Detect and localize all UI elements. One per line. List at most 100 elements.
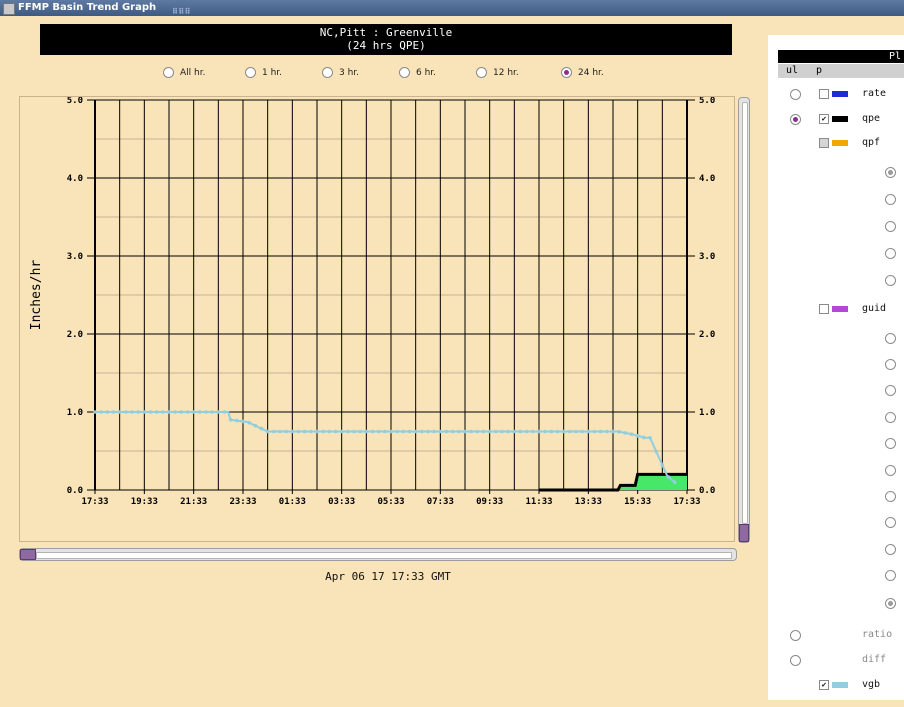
window-menu-icon[interactable] bbox=[3, 3, 15, 15]
x-tick-label: 01:33 bbox=[279, 497, 306, 507]
x-tick-label: 11:33 bbox=[525, 497, 552, 507]
vgb-data-point bbox=[216, 410, 221, 414]
vgb-data-point bbox=[407, 429, 412, 434]
window-titlebar[interactable]: FFMP Basin Trend Graph ⠿⠿⠿ bbox=[0, 0, 904, 16]
time-option-12-hr[interactable]: 12 hr. bbox=[476, 67, 519, 78]
vgb-data-point bbox=[241, 419, 245, 424]
time-option-24-hr[interactable]: 24 hr. bbox=[561, 67, 604, 78]
radio-button-icon[interactable] bbox=[476, 67, 487, 78]
vgb-data-point bbox=[333, 429, 338, 434]
vgb-data-point bbox=[586, 429, 591, 434]
guid-source-radio-icon[interactable] bbox=[885, 333, 896, 344]
guid-source-radio-icon[interactable] bbox=[885, 465, 896, 476]
vgb-data-point bbox=[568, 429, 572, 434]
plot-checkbox-icon[interactable]: ✔ bbox=[819, 114, 829, 124]
time-option-6-hr[interactable]: 6 hr. bbox=[399, 67, 436, 78]
time-option-1-hr[interactable]: 1 hr. bbox=[245, 67, 282, 78]
guid-source-radio-icon[interactable] bbox=[885, 385, 896, 396]
qpf-source-radio-icon[interactable] bbox=[885, 167, 896, 178]
plot-row-qpe: ✔ qpe bbox=[768, 112, 904, 128]
column-ul: ul bbox=[786, 65, 799, 76]
vgb-data-point bbox=[352, 429, 356, 434]
vgb-data-point bbox=[383, 429, 387, 434]
radio-button-icon[interactable] bbox=[561, 67, 572, 78]
vgb-data-point bbox=[235, 418, 239, 423]
ul-radio-icon[interactable] bbox=[790, 89, 801, 100]
series-color-swatch bbox=[832, 306, 848, 312]
time-option-label: 12 hr. bbox=[493, 67, 519, 78]
vgb-data-point bbox=[99, 410, 103, 414]
vgb-data-point bbox=[543, 429, 547, 434]
vgb-data-point bbox=[302, 429, 307, 434]
vgb-data-point bbox=[549, 429, 554, 434]
y-tick-label: 4.0 bbox=[67, 174, 83, 184]
time-option-label: 1 hr. bbox=[262, 67, 283, 78]
y-tick-label: 1.0 bbox=[699, 408, 715, 418]
x-tick-label: 15:33 bbox=[624, 497, 651, 507]
series-color-swatch bbox=[832, 140, 848, 146]
vgb-data-point bbox=[561, 429, 566, 434]
plot-panel-header: Pl bbox=[778, 50, 904, 63]
plot-row-guid: guid bbox=[768, 302, 904, 318]
guid-source-radio-icon[interactable] bbox=[885, 438, 896, 449]
plot-checkbox-icon[interactable] bbox=[819, 304, 829, 314]
radio-button-icon[interactable] bbox=[245, 67, 256, 78]
graph-horizontal-scrollbar[interactable] bbox=[19, 548, 737, 561]
x-tick-label: 03:33 bbox=[328, 497, 355, 507]
titlebar-decoration: ⠿⠿⠿ bbox=[172, 7, 191, 16]
graph-date-label: Apr 06 17 17:33 GMT bbox=[325, 570, 451, 583]
plot-checkbox-icon[interactable] bbox=[819, 89, 829, 99]
vertical-scroll-thumb[interactable] bbox=[739, 524, 749, 542]
vgb-data-point bbox=[142, 410, 147, 414]
vgb-data-point bbox=[173, 410, 177, 414]
ul-radio-icon[interactable] bbox=[790, 655, 801, 666]
guid-source-radio-icon[interactable] bbox=[885, 544, 896, 555]
y-tick-label: 5.0 bbox=[699, 97, 715, 106]
guid-source-radio-icon[interactable] bbox=[885, 570, 896, 581]
time-option-3-hr[interactable]: 3 hr. bbox=[322, 67, 359, 78]
guid-source-radio-icon[interactable] bbox=[885, 359, 896, 370]
guid-source-radio-icon[interactable] bbox=[885, 491, 896, 502]
window-title: FFMP Basin Trend Graph bbox=[18, 2, 157, 13]
y-tick-label: 1.0 bbox=[67, 408, 83, 418]
radio-button-icon[interactable] bbox=[322, 67, 333, 78]
horizontal-scroll-track[interactable] bbox=[36, 552, 732, 559]
radio-button-icon[interactable] bbox=[163, 67, 174, 78]
vertical-scroll-track[interactable] bbox=[742, 102, 748, 524]
x-tick-label: 17:33 bbox=[673, 497, 700, 507]
plot-checkbox-icon[interactable] bbox=[819, 138, 829, 148]
ul-radio-icon[interactable] bbox=[790, 114, 801, 125]
guid-source-radio-icon[interactable] bbox=[885, 598, 896, 609]
vgb-data-point bbox=[346, 429, 350, 434]
guid-source-radio-icon[interactable] bbox=[885, 412, 896, 423]
series-color-swatch bbox=[832, 91, 848, 97]
radio-button-icon[interactable] bbox=[399, 67, 410, 78]
plot-row-label: guid bbox=[862, 303, 887, 314]
vgb-data-point bbox=[642, 435, 646, 440]
plot-row-label: ratio bbox=[862, 629, 893, 640]
vgb-data-point bbox=[580, 429, 584, 434]
horizontal-scroll-thumb[interactable] bbox=[20, 549, 36, 560]
vgb-data-point bbox=[598, 429, 603, 434]
graph-vertical-scrollbar[interactable] bbox=[738, 97, 750, 543]
qpf-source-radio-icon[interactable] bbox=[885, 194, 896, 205]
time-option-all-hr[interactable]: All hr. bbox=[163, 67, 205, 78]
vgb-data-point bbox=[420, 429, 424, 434]
vgb-data-point bbox=[376, 429, 381, 434]
vgb-data-point bbox=[315, 429, 319, 434]
plot-checkbox-icon[interactable]: ✔ bbox=[819, 680, 829, 690]
vgb-data-point bbox=[247, 420, 251, 425]
vgb-data-point bbox=[179, 410, 184, 414]
vgb-data-point bbox=[475, 429, 480, 434]
trend-graph-canvas[interactable]: 0.0 0.0 1.0 1.0 2.0 2.0 3.0 3.0 4.0 4.0 5.0 5.0 17:3… bbox=[19, 96, 735, 542]
qpf-source-radio-icon[interactable] bbox=[885, 248, 896, 259]
vgb-data-point bbox=[136, 410, 140, 414]
vgb-data-point bbox=[148, 410, 153, 414]
ul-radio-icon[interactable] bbox=[790, 630, 801, 641]
guid-source-radio-icon[interactable] bbox=[885, 517, 896, 528]
qpf-source-radio-icon[interactable] bbox=[885, 221, 896, 232]
qpf-source-radio-icon[interactable] bbox=[885, 275, 896, 286]
y-tick-label: 2.0 bbox=[699, 330, 715, 340]
vgb-data-point bbox=[413, 429, 418, 434]
vgb-data-point bbox=[481, 429, 486, 434]
